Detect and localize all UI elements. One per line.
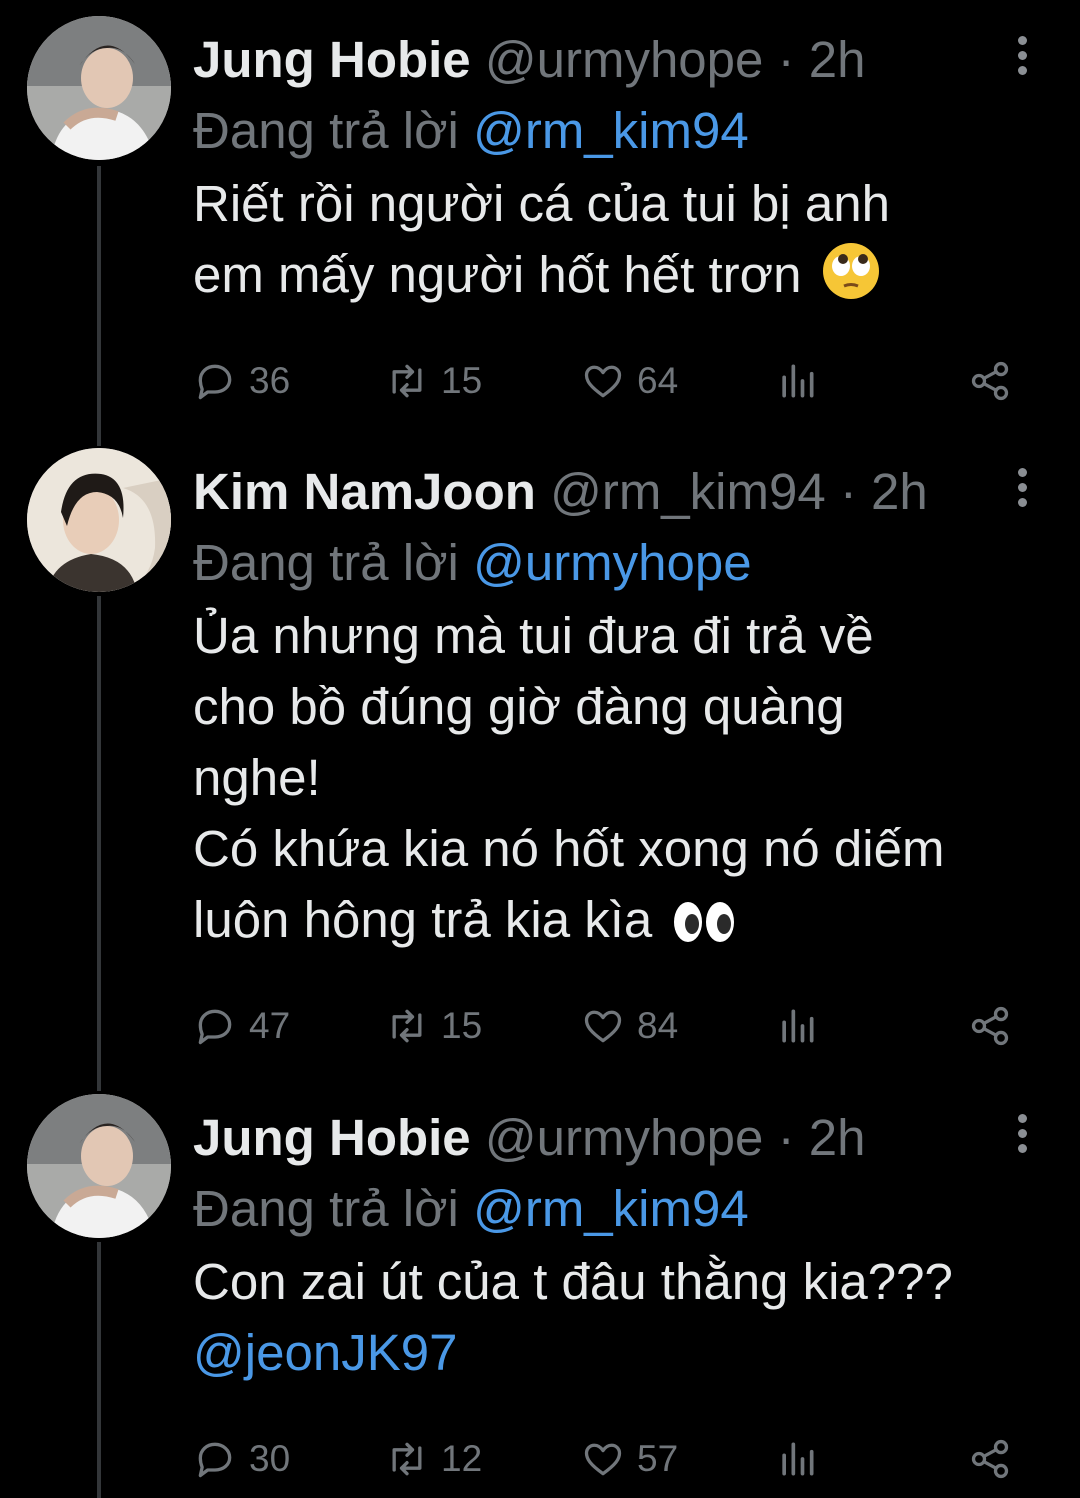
retweet-button[interactable]: 12 [385, 1434, 482, 1484]
tweet-text: Con zai út của t đâu thằng kia??? @jeonJ… [193, 1246, 1020, 1388]
mention-link[interactable]: @jeonJK97 [193, 1317, 1020, 1388]
replying-label: Đang trả lời [193, 534, 459, 591]
eyes-emoji-icon [672, 892, 736, 963]
share-button[interactable] [968, 1434, 1024, 1484]
reply-button[interactable]: 36 [193, 356, 290, 406]
tweet-text-line: Ủa nhưng mà tui đưa đi trả về [193, 607, 874, 664]
separator-dot: · [839, 463, 857, 520]
replying-to-mention[interactable]: @urmyhope [473, 534, 752, 591]
share-icon [971, 361, 1009, 401]
tweet-2[interactable]: Kim NamJoon @rm_kim94 · 2h Đang trả lời … [0, 432, 1080, 1072]
tweet-text-line: nghe! [193, 749, 321, 806]
display-name[interactable]: Jung Hobie [193, 31, 471, 88]
tweet-text-line: Có khứa kia nó hốt xong nó diếm [193, 820, 945, 877]
heart-icon [584, 365, 622, 398]
reply-count: 36 [249, 360, 291, 401]
analytics-icon [782, 1009, 814, 1043]
avatar[interactable] [27, 16, 171, 160]
reply-icon [198, 1442, 232, 1478]
tweet-actions: 36 15 64 [193, 356, 1020, 406]
tweet-text-line: Con zai út của t đâu thằng kia??? [193, 1253, 953, 1310]
tweet-text-line: Riết rồi người cá của tui bị anh [193, 175, 890, 232]
reply-icon [198, 364, 232, 400]
tweet-text-segment: luôn hông trả kia kìa [193, 891, 653, 948]
replying-to: Đang trả lời @rm_kim94 [193, 100, 749, 162]
replying-to-mention[interactable]: @rm_kim94 [473, 102, 749, 159]
reply-count: 30 [249, 1438, 291, 1479]
like-button[interactable]: 57 [581, 1434, 678, 1484]
like-count: 57 [637, 1438, 679, 1479]
timestamp[interactable]: 2h [871, 463, 928, 520]
heart-icon [584, 1010, 622, 1043]
tweet-header: Jung Hobie @urmyhope · 2h [193, 1108, 1020, 1168]
tweet-text-line: em mấy người hốt hết trơn [193, 239, 1020, 318]
avatar-photo [27, 16, 171, 160]
like-count: 84 [637, 1005, 679, 1046]
retweet-icon [392, 1442, 422, 1476]
tweet-3[interactable]: Jung Hobie @urmyhope · 2h Đang trả lời @… [0, 1078, 1080, 1498]
like-button[interactable]: 84 [581, 1001, 678, 1051]
retweet-button[interactable]: 15 [385, 1001, 482, 1051]
share-button[interactable] [968, 356, 1024, 406]
reply-count: 47 [249, 1005, 291, 1046]
like-count: 64 [637, 360, 679, 401]
analytics-button[interactable] [775, 1434, 831, 1484]
retweet-count: 15 [441, 360, 483, 401]
analytics-button[interactable] [775, 1001, 831, 1051]
share-icon [971, 1006, 1009, 1046]
analytics-icon [782, 364, 814, 398]
user-handle[interactable]: @rm_kim94 [550, 463, 826, 520]
display-name[interactable]: Kim NamJoon [193, 463, 536, 520]
replying-to: Đang trả lời @urmyhope [193, 532, 752, 594]
more-options-icon[interactable] [1008, 1112, 1036, 1156]
tweet-actions: 47 15 84 [193, 1001, 1020, 1051]
avatar[interactable] [27, 448, 171, 592]
tweet-text-line: luôn hông trả kia kìa [193, 884, 1020, 963]
avatar[interactable] [27, 1094, 171, 1238]
user-handle[interactable]: @urmyhope [485, 31, 764, 88]
rolling-eyes-emoji-icon [822, 242, 880, 318]
replying-label: Đang trả lời [193, 1180, 459, 1237]
tweet-header: Kim NamJoon @rm_kim94 · 2h [193, 462, 1020, 522]
more-options-icon[interactable] [1008, 466, 1036, 510]
heart-icon [584, 1443, 622, 1476]
tweet-text: Ủa nhưng mà tui đưa đi trả về cho bồ đún… [193, 600, 1020, 963]
share-icon [971, 1439, 1009, 1479]
tweet-text: Riết rồi người cá của tui bị anh em mấy … [193, 168, 1020, 318]
retweet-button[interactable]: 15 [385, 356, 482, 406]
timestamp[interactable]: 2h [809, 31, 866, 88]
retweet-count: 15 [441, 1005, 483, 1046]
replying-label: Đang trả lời [193, 102, 459, 159]
display-name[interactable]: Jung Hobie [193, 1109, 471, 1166]
tweet-header: Jung Hobie @urmyhope · 2h [193, 30, 1020, 90]
reply-button[interactable]: 47 [193, 1001, 290, 1051]
analytics-button[interactable] [775, 356, 831, 406]
tweet-text-segment: em mấy người hốt hết trơn [193, 246, 802, 303]
user-handle[interactable]: @urmyhope [485, 1109, 764, 1166]
like-button[interactable]: 64 [581, 356, 678, 406]
avatar-photo [27, 1094, 171, 1238]
avatar-photo [27, 448, 171, 592]
reply-icon [198, 1009, 232, 1045]
tweet-text-line: cho bồ đúng giờ đàng quàng [193, 678, 845, 735]
retweet-icon [392, 1009, 422, 1043]
retweet-count: 12 [441, 1438, 483, 1479]
retweet-icon [392, 364, 422, 398]
analytics-icon [782, 1442, 814, 1476]
more-options-icon[interactable] [1008, 34, 1036, 78]
separator-dot: · [777, 31, 795, 88]
share-button[interactable] [968, 1001, 1024, 1051]
tweet-1[interactable]: Jung Hobie @urmyhope · 2h Đang trả lời @… [0, 0, 1080, 430]
reply-button[interactable]: 30 [193, 1434, 290, 1484]
replying-to: Đang trả lời @rm_kim94 [193, 1178, 749, 1240]
separator-dot: · [777, 1109, 795, 1166]
replying-to-mention[interactable]: @rm_kim94 [473, 1180, 749, 1237]
tweet-actions: 30 12 57 [193, 1434, 1020, 1484]
timestamp[interactable]: 2h [809, 1109, 866, 1166]
